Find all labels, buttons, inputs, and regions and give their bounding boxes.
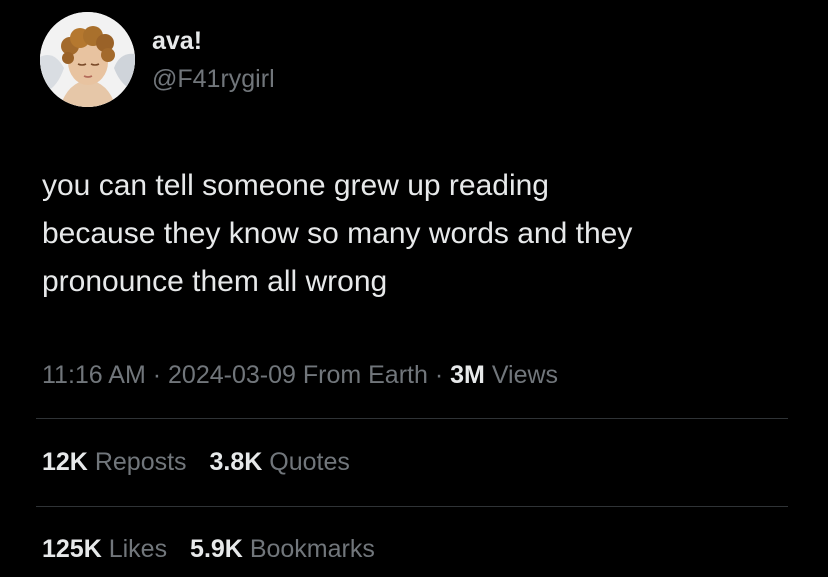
bookmarks-label: Bookmarks [249,535,375,563]
tweet-text-line: pronounce them all wrong [42,265,388,298]
reposts-stat[interactable]: 12K Reposts [42,448,187,476]
tweet-date[interactable]: 2024-03-09 [168,361,296,389]
tweet-text-line: because they know so many words and they [42,217,633,250]
divider [36,506,788,507]
meta-separator: · [152,361,162,389]
cherub-portrait-icon [40,12,135,107]
tweet-text: you can tell someone grew up reading bec… [42,162,802,306]
engagement-row-reposts-quotes: 12K Reposts 3.8K Quotes [42,446,366,478]
divider [36,418,788,419]
tweet-source: From Earth [302,361,428,389]
reposts-count: 12K [42,448,88,476]
avatar[interactable] [40,12,135,107]
quotes-label: Quotes [269,448,350,476]
views-label: Views [491,361,559,389]
author-display-name[interactable]: ava! [152,26,202,56]
views-count: 3M [450,361,485,389]
reposts-label: Reposts [94,448,187,476]
engagement-row-likes-bookmarks: 125K Likes 5.9K Bookmarks [42,533,391,565]
author-handle[interactable]: @F41rygirl [152,64,275,94]
tweet-time[interactable]: 11:16 AM [42,361,146,389]
bookmarks-count: 5.9K [190,535,243,563]
tweet-detail: ava! @F41rygirl you can tell someone gre… [0,0,828,577]
likes-count: 125K [42,535,102,563]
tweet-meta: 11:16 AM · 2024-03-09 From Earth · 3M Vi… [42,359,558,391]
likes-stat[interactable]: 125K Likes [42,535,167,563]
meta-separator: · [434,361,444,389]
tweet-text-line: you can tell someone grew up reading [42,169,549,202]
likes-label: Likes [108,535,168,563]
quotes-stat[interactable]: 3.8K Quotes [210,448,350,476]
bookmarks-stat[interactable]: 5.9K Bookmarks [190,535,375,563]
quotes-count: 3.8K [209,448,263,476]
